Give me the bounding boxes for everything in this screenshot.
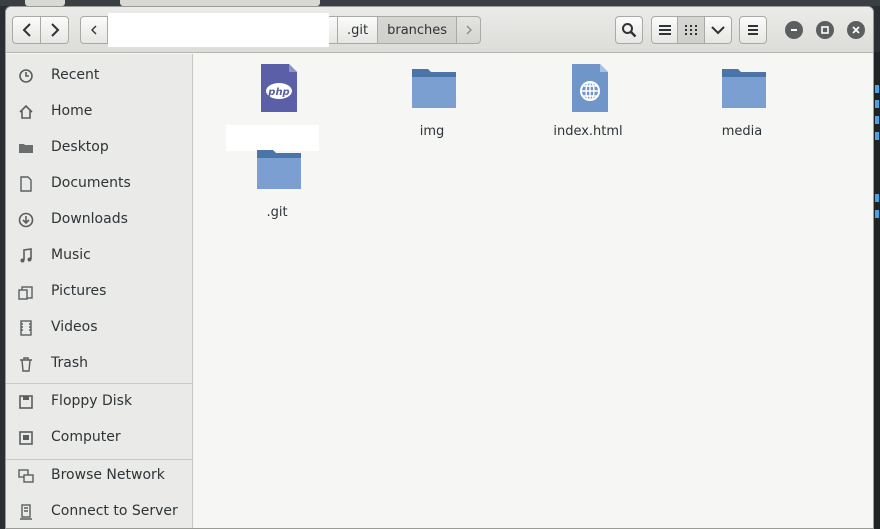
- file-item-php[interactable]: php: [217, 64, 337, 152]
- path-scroll-right-button[interactable]: [457, 16, 482, 44]
- list-view-button[interactable]: [651, 16, 678, 44]
- chevron-left-icon: [91, 25, 97, 35]
- path-scroll-left-button[interactable]: [80, 16, 108, 44]
- chevron-left-icon: [22, 23, 31, 37]
- server-icon: [20, 504, 32, 520]
- grid-view-button[interactable]: [678, 16, 705, 44]
- sidebar-item-music[interactable]: Music: [6, 238, 192, 274]
- places-sidebar: Recent Home Desktop Documents Downloads …: [6, 54, 193, 528]
- home-icon: [19, 104, 33, 119]
- list-view-icon: [658, 25, 671, 35]
- trash-icon: [20, 357, 32, 372]
- hamburger-menu-icon: [748, 25, 758, 35]
- sidebar-item-label: Connect to Server: [51, 503, 178, 519]
- file-name: .git: [266, 205, 288, 220]
- sidebar-item-downloads[interactable]: Downloads: [6, 202, 192, 238]
- file-item-git[interactable]: .git: [217, 145, 337, 225]
- search-button[interactable]: [615, 16, 643, 44]
- file-name: img: [419, 124, 445, 139]
- chevron-right-icon: [466, 25, 472, 35]
- file-view: php img index.html media .git: [194, 54, 873, 528]
- clock-icon: [19, 69, 33, 83]
- folder-icon: [722, 69, 766, 108]
- close-button[interactable]: [847, 21, 865, 39]
- file-item-index-html[interactable]: index.html: [528, 64, 648, 144]
- sidebar-item-floppy-disk[interactable]: Floppy Disk: [6, 384, 192, 420]
- folder-icon: [412, 69, 456, 108]
- back-button[interactable]: [12, 16, 41, 44]
- computer-icon: [19, 431, 33, 445]
- path-crumb-git[interactable]: .git: [338, 16, 379, 44]
- sidebar-item-label: Pictures: [51, 283, 107, 299]
- minimize-icon: [791, 29, 797, 31]
- path-crumb-label: branches: [387, 22, 448, 38]
- sidebar-item-documents[interactable]: Documents: [6, 166, 192, 202]
- path-crumb-branches[interactable]: branches: [378, 16, 458, 44]
- sidebar-item-recent[interactable]: Recent: [6, 58, 192, 94]
- sidebar-item-label: Recent: [51, 67, 100, 83]
- file-item-img[interactable]: img: [372, 64, 492, 144]
- maximize-button[interactable]: [816, 21, 834, 39]
- sidebar-item-browse-network[interactable]: Browse Network: [6, 458, 192, 494]
- view-options-button[interactable]: [705, 16, 732, 44]
- sidebar-item-connect-to-server[interactable]: Connect to Server: [6, 494, 192, 528]
- minimize-button[interactable]: [785, 21, 803, 39]
- document-icon: [20, 176, 32, 192]
- php-file-icon: php: [261, 64, 297, 112]
- sidebar-item-label: Downloads: [51, 211, 128, 227]
- sidebar-item-videos[interactable]: Videos: [6, 310, 192, 346]
- sidebar-item-pictures[interactable]: Pictures: [6, 274, 192, 310]
- search-icon: [622, 23, 637, 38]
- maximize-icon: [821, 26, 829, 34]
- file-item-media[interactable]: media: [682, 64, 802, 144]
- grid-view-icon: [685, 25, 697, 35]
- picture-icon: [18, 286, 33, 300]
- html-file-icon: [572, 64, 608, 112]
- sidebar-item-label: Computer: [51, 429, 121, 445]
- music-icon: [20, 248, 32, 263]
- background-terminal-edge: [874, 52, 880, 529]
- sidebar-item-trash[interactable]: Trash: [6, 346, 192, 382]
- folder-icon: [19, 144, 33, 153]
- path-crumb-label: .git: [347, 22, 369, 38]
- file-name: index.html: [553, 124, 623, 139]
- sidebar-item-label: Trash: [51, 355, 88, 371]
- folder-icon: [257, 150, 301, 189]
- sidebar-item-label: Music: [51, 247, 91, 263]
- film-icon: [20, 320, 32, 336]
- sidebar-item-label: Desktop: [51, 139, 109, 155]
- sidebar-item-home[interactable]: Home: [6, 94, 192, 130]
- redacted-path-area: [108, 13, 329, 47]
- close-icon: [852, 26, 860, 34]
- sidebar-item-label: Browse Network: [51, 467, 165, 483]
- sidebar-item-label: Home: [51, 103, 93, 119]
- forward-button[interactable]: [41, 16, 69, 44]
- file-manager-window: a .git branches: [5, 6, 874, 529]
- floppy-icon: [19, 395, 33, 409]
- sidebar-item-label: Documents: [51, 175, 131, 191]
- sidebar-item-desktop[interactable]: Desktop: [6, 130, 192, 166]
- header-bar: a .git branches: [6, 7, 873, 53]
- sidebar-item-label: Floppy Disk: [51, 393, 133, 409]
- php-badge-label: php: [267, 87, 289, 98]
- sidebar-item-computer[interactable]: Computer: [6, 420, 192, 456]
- sidebar-item-label: Videos: [51, 319, 98, 335]
- app-menu-button[interactable]: [739, 16, 767, 44]
- file-name: media: [721, 124, 763, 139]
- chevron-right-icon: [50, 23, 59, 37]
- chevron-down-icon: [711, 26, 725, 35]
- download-icon: [18, 212, 34, 228]
- network-icon: [18, 469, 34, 483]
